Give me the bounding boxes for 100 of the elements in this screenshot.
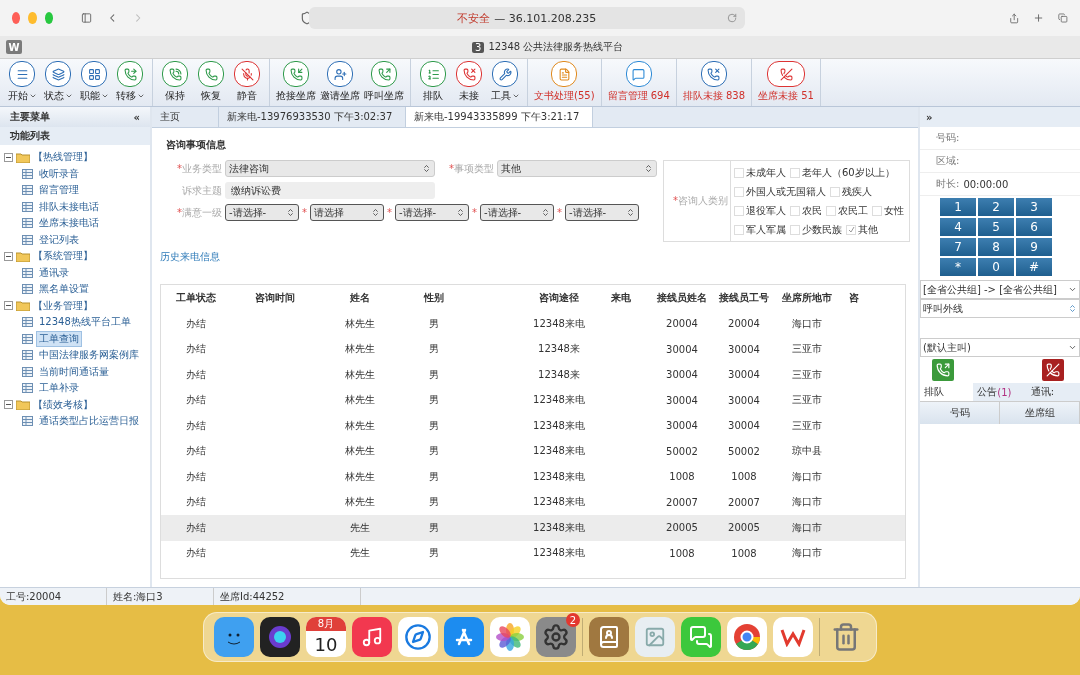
toolbar-button[interactable]: 排队 <box>417 61 449 104</box>
toolbar-button[interactable]: 坐席未接 51 <box>758 61 814 104</box>
checkbox-option[interactable]: 未成年人 <box>734 165 786 180</box>
keypad-key[interactable]: # <box>1016 258 1052 276</box>
zoom-light[interactable] <box>44 12 53 24</box>
checkbox[interactable] <box>734 224 744 235</box>
calendar-icon[interactable]: 8月 10 <box>306 617 346 657</box>
toolbar-button[interactable]: 排队未接 838 <box>682 61 746 104</box>
flower-icon[interactable] <box>490 617 530 657</box>
select-field[interactable]: 请选择 <box>310 204 384 221</box>
toolbar-button[interactable]: 状态 <box>42 61 74 104</box>
tree-item[interactable]: 当前时间通话量 <box>36 363 112 380</box>
keypad-key[interactable]: 2 <box>978 198 1014 216</box>
collapse-icon[interactable] <box>4 152 13 162</box>
select-field[interactable]: 其他 <box>497 160 657 177</box>
close-light[interactable] <box>12 12 21 24</box>
collapse-icon[interactable] <box>4 301 13 311</box>
checkbox-option[interactable]: 其他 <box>846 222 878 237</box>
hangup-button[interactable] <box>1042 359 1064 381</box>
checkbox-option[interactable]: 农民工 <box>826 203 868 218</box>
expand-button[interactable]: » <box>926 111 933 123</box>
w-logo-icon[interactable] <box>773 617 813 657</box>
keypad-key[interactable]: 9 <box>1016 238 1052 256</box>
toolbar-button[interactable]: 静音 <box>231 61 263 104</box>
checkbox[interactable] <box>790 205 800 216</box>
keypad-key[interactable]: 8 <box>978 238 1014 256</box>
keypad-key[interactable]: 4 <box>940 218 976 236</box>
music-note-icon[interactable] <box>352 617 392 657</box>
tree-item[interactable]: 收听录音 <box>36 165 82 182</box>
checkbox-option[interactable]: 女性 <box>872 203 904 218</box>
keypad-key[interactable]: 5 <box>978 218 1014 236</box>
toolbar-button[interactable]: 邀请坐席 <box>320 61 360 104</box>
keypad-key[interactable]: 1 <box>940 198 976 216</box>
tree-item[interactable]: 留言管理 <box>36 182 82 199</box>
toolbar-button[interactable]: 转移 <box>114 61 146 104</box>
face-icon[interactable] <box>214 617 254 657</box>
tab[interactable]: 通讯: <box>1026 383 1080 401</box>
tabs-overview-icon[interactable] <box>1058 11 1068 25</box>
keypad-key[interactable]: 7 <box>940 238 976 256</box>
collapse-button[interactable]: « <box>133 111 140 123</box>
checkbox[interactable] <box>846 224 856 235</box>
tree-group[interactable]: 【热线管理】 <box>0 149 150 166</box>
checkbox[interactable] <box>790 224 800 235</box>
checkbox-option[interactable]: 农民 <box>790 203 822 218</box>
contacts-book-icon[interactable] <box>589 617 629 657</box>
checkbox-option[interactable]: 少数民族 <box>790 222 842 237</box>
minimize-light[interactable] <box>28 12 37 24</box>
tree-item[interactable]: 排队未接电话 <box>36 198 102 215</box>
tree-group[interactable]: 【业务管理】 <box>0 297 150 314</box>
checkbox[interactable] <box>830 186 840 197</box>
toolbar-button[interactable]: 留言管理 694 <box>607 61 670 104</box>
select-field[interactable]: -请选择- <box>480 204 554 221</box>
tree-item[interactable]: 通话类型占比运营日报 <box>36 413 142 430</box>
address-bar[interactable]: 不安全 — 36.101.208.235 <box>308 7 745 29</box>
sidebar-icon[interactable] <box>80 10 92 26</box>
tree-item[interactable]: 中国法律服务网案例库 <box>36 347 142 364</box>
checkbox[interactable] <box>734 205 744 216</box>
collapse-icon[interactable] <box>4 400 13 410</box>
tree-group[interactable]: 【绩效考核】 <box>0 396 150 413</box>
browser-tab[interactable]: 3 12348 公共法律服务热线平台 <box>472 40 624 54</box>
keypad-key[interactable]: 6 <box>1016 218 1052 236</box>
tree-item[interactable]: 12348热线平台工单 <box>36 314 134 331</box>
tree-group[interactable]: 【系统管理】 <box>0 248 150 265</box>
tree-item[interactable]: 工单补录 <box>36 380 82 397</box>
select-field[interactable]: (默认主叫) <box>920 338 1080 357</box>
compass-icon[interactable] <box>398 617 438 657</box>
toolbar-button[interactable]: 保持 <box>159 61 191 104</box>
input-field[interactable]: 缴纳诉讼费 <box>225 182 435 199</box>
checkbox-option[interactable]: 退役军人 <box>734 203 786 218</box>
toolbar-button[interactable]: 工具 <box>489 61 521 104</box>
checkbox[interactable] <box>734 167 744 178</box>
image-icon[interactable] <box>635 617 675 657</box>
toolbar-button[interactable]: 文书处理(55) <box>534 61 595 104</box>
select-field[interactable]: 法律咨询 <box>225 160 435 177</box>
toolbar-button[interactable]: 呼叫坐席 <box>364 61 404 104</box>
collapse-icon[interactable] <box>4 251 13 261</box>
round-logo-icon[interactable] <box>727 617 767 657</box>
checkbox[interactable] <box>872 205 882 216</box>
checkbox[interactable] <box>826 205 836 216</box>
call-button[interactable] <box>932 359 954 381</box>
select-field[interactable]: 呼叫外线 <box>920 299 1080 318</box>
tab[interactable]: 新来电-19943335899 下午3:21:17 <box>406 107 593 127</box>
toolbar-button[interactable]: 未接 <box>453 61 485 104</box>
toolbar-button[interactable]: 开始 <box>6 61 38 104</box>
checkbox-option[interactable]: 外国人或无国籍人 <box>734 184 826 199</box>
table-row[interactable]: 办结 先生 男 12348来电 20005 20005 海口市 <box>161 515 905 541</box>
tab[interactable]: 主页 <box>152 107 219 127</box>
tree-item[interactable]: 登记列表 <box>36 231 82 248</box>
tree-item[interactable]: 通讯录 <box>36 264 72 281</box>
select-field[interactable]: -请选择- <box>225 204 299 221</box>
checkbox[interactable] <box>734 186 744 197</box>
orb-icon[interactable] <box>260 617 300 657</box>
tab[interactable]: 排队 <box>920 383 974 401</box>
keypad-key[interactable]: * <box>940 258 976 276</box>
toolbar-button[interactable]: 抢接坐席 <box>276 61 316 104</box>
toolbar-button[interactable]: 职能 <box>78 61 110 104</box>
select-field[interactable]: -请选择- <box>395 204 469 221</box>
select-field[interactable]: -请选择- <box>565 204 639 221</box>
tree-item[interactable]: 黑名单设置 <box>36 281 92 298</box>
speech-bubbles-icon[interactable] <box>681 617 721 657</box>
